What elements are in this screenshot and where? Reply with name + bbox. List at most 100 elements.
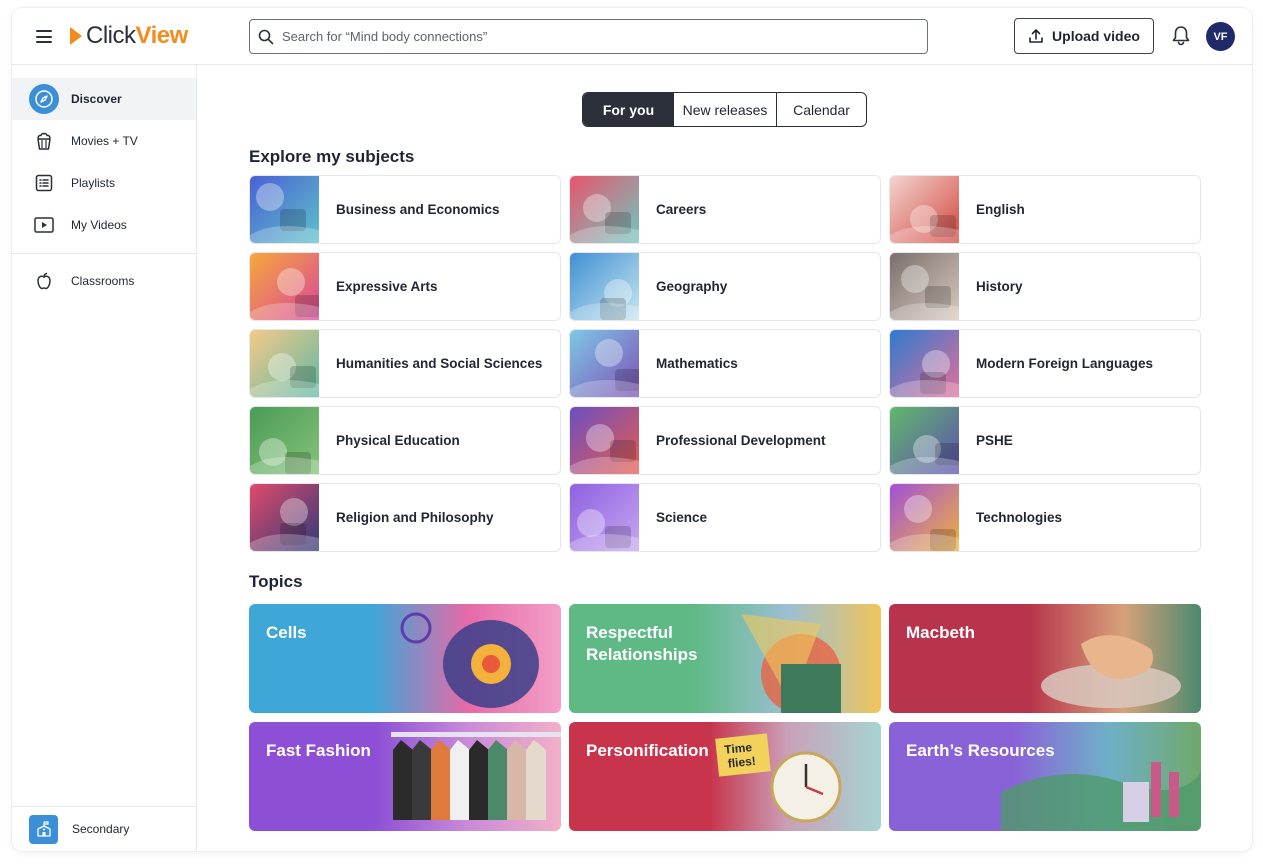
subject-card[interactable]: PSHE [889, 406, 1201, 475]
subject-card[interactable]: Physical Education [249, 406, 561, 475]
subject-label: PSHE [976, 433, 1013, 448]
subject-thumbnail [570, 330, 639, 397]
subject-label: Mathematics [656, 356, 738, 371]
subject-thumbnail [570, 484, 639, 551]
subject-card[interactable]: Technologies [889, 483, 1201, 552]
topic-card[interactable]: Cells [249, 604, 561, 713]
search-box[interactable] [249, 19, 928, 54]
subject-thumbnail [250, 407, 319, 474]
upload-video-button[interactable]: Upload video [1014, 18, 1154, 54]
subject-card[interactable]: History [889, 252, 1201, 321]
app-window: ClickView Upload video VF Discover Movie… [12, 8, 1252, 851]
logo-play-icon [70, 27, 82, 45]
topic-illustration: Time flies! [681, 722, 881, 831]
tab-new-releases[interactable]: New releases [674, 93, 776, 126]
sidebar-item-classrooms[interactable]: Classrooms [12, 260, 196, 302]
subject-label: Careers [656, 202, 707, 217]
list-icon [29, 168, 59, 198]
play-box-icon [29, 210, 59, 240]
clickview-logo[interactable]: ClickView [70, 22, 188, 50]
subject-label: Business and Economics [336, 202, 500, 217]
sidebar-item-label: Movies + TV [71, 134, 138, 148]
subject-card[interactable]: Modern Foreign Languages [889, 329, 1201, 398]
sidebar-item-label: Playlists [71, 176, 116, 190]
topic-label: Macbeth [906, 623, 975, 642]
tab-calendar[interactable]: Calendar [776, 93, 866, 126]
subject-label: History [976, 279, 1023, 294]
sidebar-item-playlists[interactable]: Playlists [12, 162, 196, 204]
subject-grid: Business and Economics Careers English Expr… [249, 175, 1201, 552]
subject-label: Technologies [976, 510, 1063, 525]
subject-card[interactable]: Science [569, 483, 881, 552]
subject-thumbnail [570, 253, 639, 320]
menu-icon[interactable] [36, 30, 52, 43]
logo-text-view: View [135, 22, 189, 49]
subject-card[interactable]: Professional Development [569, 406, 881, 475]
popcorn-icon [29, 126, 59, 156]
topic-illustration [1001, 604, 1201, 713]
sidebar: Discover Movies + TV Playlists My Videos [12, 65, 197, 851]
compass-icon [29, 84, 59, 114]
subject-thumbnail [250, 484, 319, 551]
subject-card[interactable]: Religion and Philosophy [249, 483, 561, 552]
topic-label: Personification [586, 741, 709, 760]
topic-card[interactable]: Fast Fashion [249, 722, 561, 831]
search-input[interactable] [282, 29, 902, 44]
sidebar-item-label: Classrooms [71, 274, 135, 288]
logo-text-click: Click [86, 22, 136, 49]
school-label: Secondary [72, 822, 130, 836]
tab-for-you[interactable]: For you [583, 93, 674, 126]
subject-label: Religion and Philosophy [336, 510, 494, 525]
subject-card[interactable]: Geography [569, 252, 881, 321]
subject-thumbnail [570, 407, 639, 474]
subject-label: English [976, 202, 1025, 217]
subject-card[interactable]: Mathematics [569, 329, 881, 398]
subject-thumbnail [250, 253, 319, 320]
user-avatar[interactable]: VF [1206, 22, 1235, 51]
apple-icon [29, 266, 59, 296]
topic-grid: Cells Respectful Relationships Macbeth Fast… [249, 604, 1201, 831]
subject-thumbnail [250, 176, 319, 243]
sidebar-item-movies-tv[interactable]: Movies + TV [12, 120, 196, 162]
subjects-heading: Explore my subjects [249, 147, 415, 166]
subject-thumbnail [570, 176, 639, 243]
topic-illustration [361, 604, 561, 713]
subject-label: Humanities and Social Sciences [336, 356, 543, 371]
upload-icon [1029, 29, 1043, 43]
subject-label: Professional Development [656, 433, 826, 448]
topic-card[interactable]: Respectful Relationships [569, 604, 881, 713]
topic-card[interactable]: Earth’s Resources [889, 722, 1201, 831]
subject-thumbnail [890, 407, 959, 474]
topic-illustration [1001, 722, 1201, 831]
subject-label: Geography [656, 279, 728, 294]
subject-card[interactable]: Humanities and Social Sciences [249, 329, 561, 398]
upload-label: Upload video [1052, 28, 1140, 44]
subject-label: Expressive Arts [336, 279, 438, 294]
topic-card[interactable]: Time flies! Personification [569, 722, 881, 831]
sidebar-item-label: My Videos [71, 218, 127, 232]
topic-label: Cells [266, 623, 307, 642]
sidebar-item-my-videos[interactable]: My Videos [12, 204, 196, 246]
sidebar-divider [12, 253, 196, 254]
topics-heading: Topics [249, 572, 303, 591]
school-switcher[interactable]: Secondary [12, 806, 196, 851]
sidebar-item-label: Discover [71, 92, 122, 106]
subject-thumbnail [890, 330, 959, 397]
topic-label: Respectful Relationships [586, 623, 698, 664]
search-icon [258, 29, 274, 44]
subject-thumbnail [890, 253, 959, 320]
subject-label: Science [656, 510, 708, 525]
school-icon [29, 814, 58, 844]
subject-card[interactable]: Business and Economics [249, 175, 561, 244]
bell-icon[interactable] [1171, 25, 1191, 47]
sidebar-item-discover[interactable]: Discover [12, 78, 196, 120]
topic-card[interactable]: Macbeth [889, 604, 1201, 713]
subject-label: Modern Foreign Languages [976, 356, 1154, 371]
subject-card[interactable]: Expressive Arts [249, 252, 561, 321]
subject-thumbnail [890, 176, 959, 243]
topic-label: Earth’s Resources [906, 741, 1055, 760]
subject-card[interactable]: English [889, 175, 1201, 244]
top-bar: ClickView Upload video VF [12, 8, 1252, 65]
view-tabs: For you New releases Calendar [582, 92, 867, 127]
subject-card[interactable]: Careers [569, 175, 881, 244]
